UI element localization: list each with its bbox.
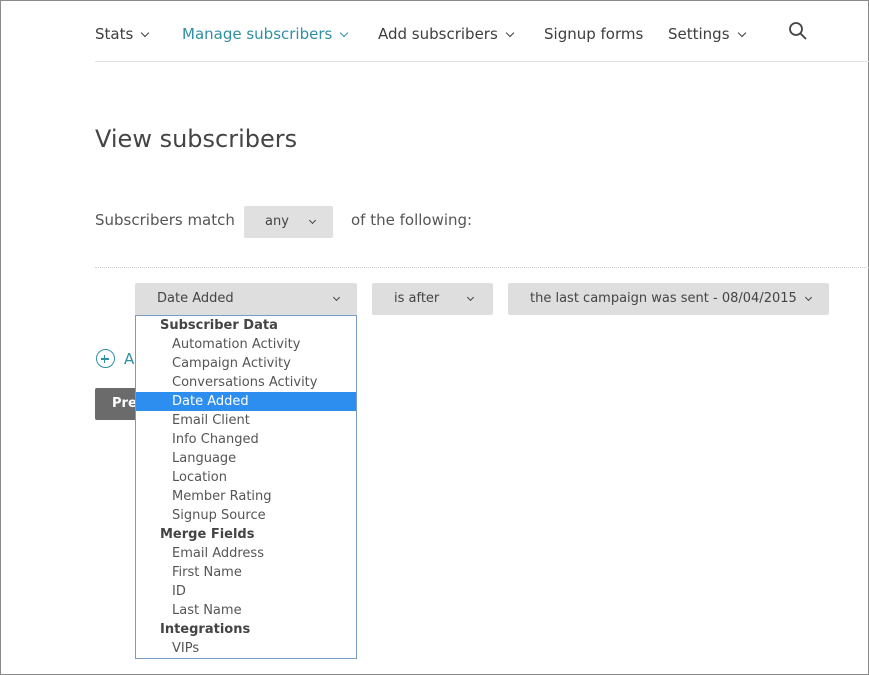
condition-operator-value: is after bbox=[394, 291, 440, 306]
chevron-down-icon bbox=[505, 28, 515, 38]
chevron-down-icon bbox=[737, 28, 746, 38]
dropdown-option[interactable]: First Name bbox=[136, 563, 356, 582]
top-nav: Stats Manage subscribers Add subscribers… bbox=[95, 0, 869, 62]
chevron-down-icon bbox=[332, 293, 341, 302]
dropdown-option[interactable]: Language bbox=[136, 449, 356, 468]
chevron-down-icon bbox=[340, 28, 349, 38]
dropdown-option[interactable]: Automation Activity bbox=[136, 335, 356, 354]
condition-operator-select[interactable]: is after bbox=[372, 283, 493, 315]
dropdown-option[interactable]: Last Name bbox=[136, 601, 356, 620]
dropdown-option[interactable]: Campaign Activity bbox=[136, 354, 356, 373]
dropdown-option[interactable]: Email Client bbox=[136, 411, 356, 430]
dropdown-option[interactable]: Conversations Activity bbox=[136, 373, 356, 392]
nav-settings-label: Settings bbox=[668, 25, 730, 43]
match-suffix-label: of the following: bbox=[351, 211, 473, 229]
chevron-down-icon bbox=[308, 216, 317, 225]
condition-field-value: Date Added bbox=[157, 291, 234, 306]
nav-signup-forms[interactable]: Signup forms bbox=[544, 25, 643, 43]
nav-add-subscribers-label: Add subscribers bbox=[378, 25, 498, 43]
preview-button-label: Pre bbox=[112, 396, 137, 411]
match-prefix-label: Subscribers match bbox=[95, 211, 235, 229]
dropdown-group-label: Subscriber Data bbox=[160, 318, 278, 333]
condition-field-select[interactable]: Date Added bbox=[135, 283, 357, 315]
match-mode-value: any bbox=[265, 214, 289, 229]
nav-manage-subscribers[interactable]: Manage subscribers bbox=[182, 25, 349, 43]
dropdown-option[interactable]: Location bbox=[136, 468, 356, 487]
chevron-down-icon bbox=[804, 293, 813, 302]
dropdown-option[interactable]: Member Rating bbox=[136, 487, 356, 506]
condition-value-value: the last campaign was sent - 08/04/2015 bbox=[530, 291, 797, 306]
dropdown-group-label: Merge Fields bbox=[160, 527, 255, 542]
window-frame bbox=[0, 0, 869, 675]
chevron-down-icon bbox=[141, 28, 150, 38]
dropdown-option[interactable]: VIPs bbox=[136, 639, 356, 658]
condition-value-select[interactable]: the last campaign was sent - 08/04/2015 bbox=[508, 283, 829, 315]
nav-signup-forms-label: Signup forms bbox=[544, 25, 644, 43]
nav-add-subscribers[interactable]: Add subscribers bbox=[378, 25, 515, 43]
add-circle-icon[interactable] bbox=[96, 349, 115, 368]
dropdown-option[interactable]: Info Changed bbox=[136, 430, 356, 449]
nav-manage-subscribers-label: Manage subscribers bbox=[182, 25, 333, 43]
page-title: View subscribers bbox=[95, 125, 298, 153]
search-icon[interactable] bbox=[788, 21, 808, 41]
chevron-down-icon bbox=[466, 293, 475, 302]
field-dropdown-list: Subscriber Data Automation Activity Camp… bbox=[135, 315, 357, 659]
dropdown-option-selected[interactable]: Date Added bbox=[136, 392, 356, 411]
dropdown-option[interactable]: Signup Source bbox=[136, 506, 356, 525]
divider bbox=[95, 267, 869, 268]
dropdown-option[interactable]: ID bbox=[136, 582, 356, 601]
match-mode-select[interactable]: any bbox=[244, 206, 333, 238]
nav-stats[interactable]: Stats bbox=[95, 25, 150, 43]
nav-stats-label: Stats bbox=[95, 25, 134, 43]
dropdown-option[interactable]: Email Address bbox=[136, 544, 356, 563]
nav-settings[interactable]: Settings bbox=[668, 25, 746, 43]
dropdown-group-label: Integrations bbox=[160, 622, 251, 637]
add-condition-link[interactable]: A bbox=[124, 350, 134, 368]
